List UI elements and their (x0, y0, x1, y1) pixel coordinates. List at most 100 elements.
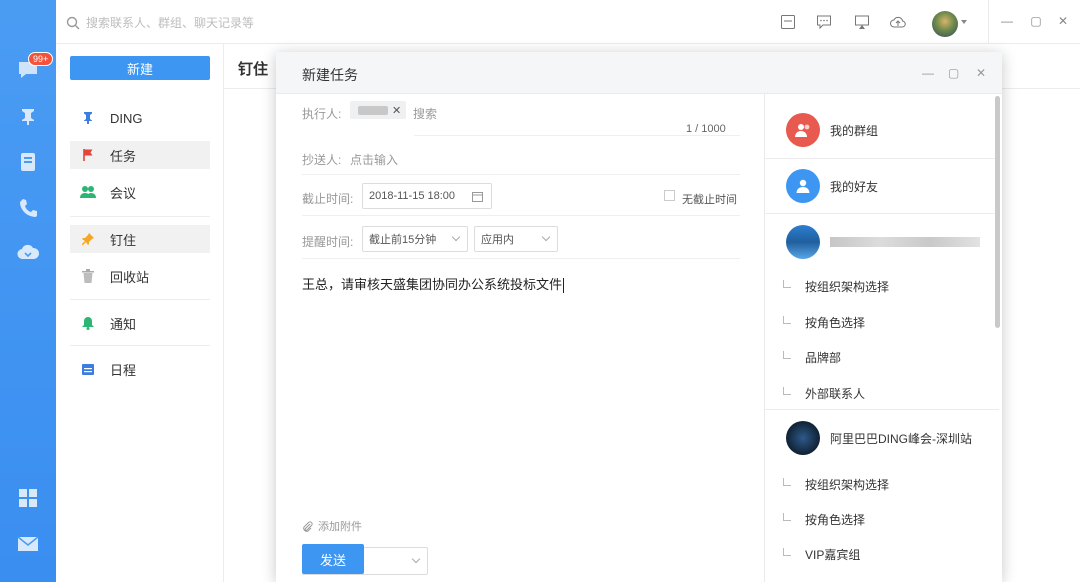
add-attachment-button[interactable]: 添加附件 (302, 518, 362, 534)
ding-nav: 新建 DING 任务 会议 钉住 回收站 通知 日程 (56, 44, 224, 582)
apps-grid-icon[interactable] (16, 486, 40, 510)
divider (765, 213, 999, 214)
top-bar: 搜索联系人、群组、聊天记录等 — ▢ ✕ (56, 0, 1080, 44)
window-icon[interactable] (780, 14, 796, 30)
remind-channel-value: 应用内 (481, 234, 514, 246)
nav-item-ding[interactable]: DING (70, 104, 210, 132)
redacted-name (358, 105, 388, 115)
org2-name: 阿里巴巴DING峰会-深圳站 (830, 431, 972, 446)
nav-item-recycle-bin[interactable]: 回收站 (70, 262, 210, 290)
divider (302, 258, 740, 259)
dialog-header: 新建任务 — ▢ ✕ (276, 52, 1002, 94)
pin-icon[interactable] (16, 104, 40, 128)
cc-label: 抄送人: (302, 153, 342, 167)
nav-item-task[interactable]: 任务 (70, 141, 210, 169)
mail-icon[interactable] (16, 532, 40, 556)
sub-item-label: 按组织架构选择 (805, 279, 890, 294)
nav-item-label: 通知 (110, 316, 137, 332)
dialog-title: 新建任务 (302, 67, 358, 83)
restore-icon[interactable]: ▢ (1029, 14, 1043, 28)
nav-item-label: 会议 (110, 185, 137, 201)
cc-input[interactable]: 点击输入 (350, 151, 398, 168)
bell-icon (80, 315, 96, 331)
pin-icon (80, 110, 96, 126)
org2-item[interactable]: 阿里巴巴DING峰会-深圳站 (765, 412, 999, 464)
my-groups-item[interactable]: 我的群组 (765, 104, 999, 156)
cloud-disk-icon[interactable] (16, 240, 40, 264)
nav-item-notice[interactable]: 通知 (70, 309, 210, 337)
org1-sub-item[interactable]: 按组织架构选择 (779, 274, 999, 298)
global-search[interactable]: 搜索联系人、群组、聊天记录等 (66, 14, 254, 31)
org-logo (786, 225, 820, 259)
new-button[interactable]: 新建 (70, 56, 210, 80)
message-icon[interactable] (816, 14, 832, 30)
nav-item-label: 回收站 (110, 269, 150, 285)
divider (988, 0, 989, 44)
executor-search-input[interactable]: 搜索 (413, 105, 437, 122)
search-placeholder: 搜索联系人、群组、聊天记录等 (86, 16, 255, 30)
page-title: 钉住 (238, 61, 269, 78)
tree-branch-icon (783, 548, 791, 556)
divider (302, 215, 740, 216)
org2-sub-item[interactable]: 按角色选择 (779, 507, 999, 531)
sub-item-label: 外部联系人 (805, 386, 866, 401)
sub-item-label: 按角色选择 (805, 315, 866, 330)
chevron-down-icon[interactable] (961, 20, 967, 24)
scrollbar[interactable] (995, 96, 1000, 328)
tree-branch-icon (783, 478, 791, 486)
screen-share-icon[interactable] (854, 14, 870, 30)
org2-sub-item[interactable]: VIP嘉宾组 (779, 542, 999, 566)
contacts-book-icon[interactable] (16, 150, 40, 174)
trash-icon (80, 268, 96, 284)
sub-item-label: 按组织架构选择 (805, 477, 890, 492)
executor-chip[interactable]: ✕ (350, 101, 406, 119)
nav-item-schedule[interactable]: 日程 (70, 355, 210, 383)
minimize-icon[interactable]: — (1000, 14, 1014, 28)
divider (302, 174, 740, 175)
divider (414, 135, 740, 136)
deadline-input[interactable]: 2018-11-15 18:00 (362, 183, 492, 209)
minimize-icon[interactable]: — (922, 66, 934, 80)
org1-sub-item[interactable]: 品牌部 (779, 345, 999, 369)
send-button[interactable]: 发送 (302, 544, 364, 574)
divider (70, 216, 210, 217)
close-icon[interactable]: ✕ (976, 66, 986, 80)
calendar-icon (80, 361, 96, 377)
close-icon[interactable]: ✕ (1056, 14, 1070, 28)
sub-item-label: 品牌部 (805, 350, 842, 365)
org1-sub-item[interactable]: 外部联系人 (779, 381, 999, 405)
flag-icon (80, 147, 96, 163)
remind-channel-select[interactable]: 应用内 (474, 226, 558, 252)
chat-icon[interactable]: 99+ (16, 52, 54, 82)
my-friends-item[interactable]: 我的好友 (765, 160, 999, 212)
redacted-org-name (830, 237, 980, 247)
phone-icon[interactable] (16, 196, 40, 220)
chevron-down-icon (411, 554, 421, 564)
text-cursor (563, 278, 565, 294)
divider (765, 158, 999, 159)
calendar-icon (472, 192, 483, 202)
chevron-down-icon (451, 232, 461, 242)
recipient-panel: 我的群组 我的好友 按组织架构选择 按角色选择 品牌部 外部联系人 阿里巴巴DI… (764, 94, 1002, 582)
tree-branch-icon (783, 513, 791, 521)
user-avatar[interactable] (932, 11, 958, 37)
task-content-textarea[interactable]: 王总，请审核天盛集团协同办公系统投标文件 (302, 274, 565, 294)
divider (70, 345, 210, 346)
my-friends-label: 我的好友 (830, 179, 879, 194)
nav-item-pinned[interactable]: 钉住 (70, 225, 210, 253)
remind-time-value: 截止前15分钟 (369, 234, 437, 246)
thumbtack-icon (80, 231, 96, 247)
char-counter: 1 / 1000 (686, 123, 726, 135)
remind-time-select[interactable]: 截止前15分钟 (362, 226, 468, 252)
nav-item-meeting[interactable]: 会议 (70, 178, 210, 206)
cloud-upload-icon[interactable] (890, 14, 906, 30)
org2-sub-item[interactable]: 按组织架构选择 (779, 472, 999, 496)
no-deadline-checkbox[interactable] (664, 190, 675, 201)
org-item[interactable] (765, 216, 999, 268)
org1-sub-item[interactable]: 按角色选择 (779, 310, 999, 334)
maximize-icon[interactable]: ▢ (948, 66, 959, 80)
sub-item-label: VIP嘉宾组 (805, 547, 861, 562)
paperclip-icon (303, 520, 313, 532)
nav-item-label: 日程 (110, 362, 137, 378)
remove-icon[interactable]: ✕ (392, 104, 401, 117)
